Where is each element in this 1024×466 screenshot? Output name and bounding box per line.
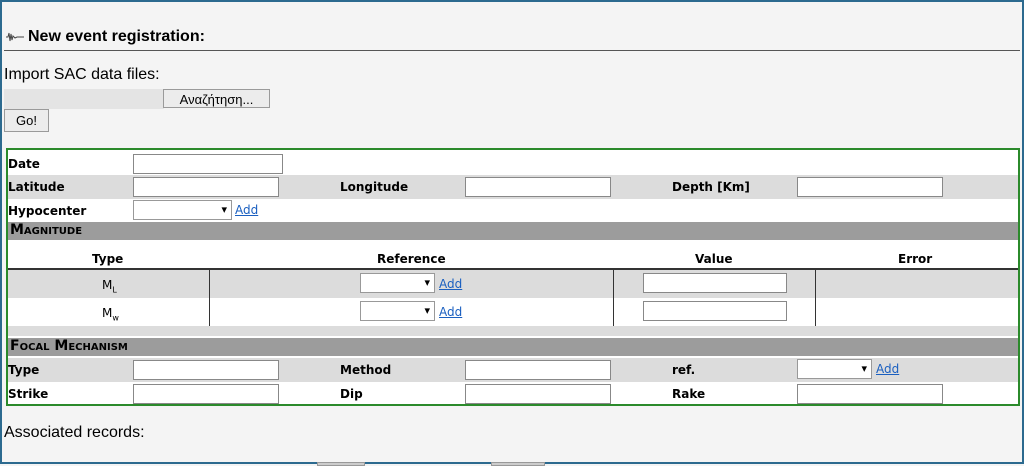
rake-input[interactable] [797, 384, 943, 404]
ml-type-label: ML [102, 278, 117, 295]
ref-select[interactable]: ▾ [797, 359, 872, 379]
dip-input[interactable] [465, 384, 611, 404]
mag-col-error: Error [898, 252, 933, 266]
latitude-input[interactable] [133, 177, 279, 197]
mag-col-value: Value [695, 252, 733, 266]
mag-col-reference: Reference [377, 252, 446, 266]
rake-label: Rake [672, 387, 706, 401]
strike-label: Strike [8, 387, 49, 401]
magnitude-row-ml: ML ▾ Add [8, 270, 1018, 298]
longitude-label: Longitude [340, 180, 409, 194]
chevron-down-icon: ▾ [424, 304, 430, 317]
depth-label: Depth [Km] [672, 180, 750, 194]
magnitude-section-header: Magnitude [8, 222, 1018, 240]
page-title: New event registration: [28, 28, 205, 45]
chevron-down-icon: ▾ [221, 203, 227, 216]
focal-type-label: Type [8, 363, 40, 377]
magnitude-row-mw: Mw ▾ Add [8, 298, 1018, 326]
go-button[interactable]: Go! [4, 109, 49, 132]
hypocenter-add-link[interactable]: Add [235, 203, 258, 217]
mw-add-link[interactable]: Add [439, 305, 462, 319]
strike-input[interactable] [133, 384, 279, 404]
focal-type-input[interactable] [133, 360, 279, 380]
chevron-down-icon: ▾ [424, 276, 430, 289]
hypocenter-row: Hypocenter ▾ Add [8, 199, 1018, 223]
focal-row-2: Strike Dip Rake [8, 382, 1018, 406]
import-label: Import SAC data files: [4, 66, 160, 83]
method-label: Method [340, 363, 392, 377]
latitude-label: Latitude [8, 180, 65, 194]
date-row: Date [8, 152, 1018, 176]
date-label: Date [8, 157, 40, 171]
page-header: New event registration: [6, 28, 205, 46]
ml-add-link[interactable]: Add [439, 277, 462, 291]
ml-reference-select[interactable]: ▾ [360, 273, 435, 293]
browse-button[interactable]: Αναζήτηση... [163, 89, 270, 108]
method-input[interactable] [465, 360, 611, 380]
hypocenter-select[interactable]: ▾ [133, 200, 232, 220]
ml-value-input[interactable] [643, 273, 787, 293]
ref-add-link[interactable]: Add [876, 362, 899, 376]
dip-label: Dip [340, 387, 363, 401]
longitude-input[interactable] [465, 177, 611, 197]
seismogram-icon [6, 32, 24, 42]
mw-value-input[interactable] [643, 301, 787, 321]
associated-records-label: Associated records: [4, 424, 145, 441]
ref-label: ref. [672, 363, 696, 377]
mag-col-divider [209, 270, 210, 326]
mw-reference-select[interactable]: ▾ [360, 301, 435, 321]
partial-control[interactable] [317, 462, 365, 466]
hypocenter-label: Hypocenter [8, 204, 87, 218]
mag-col-divider [613, 270, 614, 326]
depth-input[interactable] [797, 177, 943, 197]
header-divider [4, 50, 1020, 51]
event-form: Date Latitude Longitude Depth [Km] Hypoc… [6, 148, 1020, 406]
mag-col-type: Type [92, 252, 124, 266]
location-row: Latitude Longitude Depth [Km] [8, 175, 1018, 199]
mw-type-label: Mw [102, 306, 119, 323]
mag-col-divider [815, 270, 816, 326]
magnitude-spacer [8, 326, 1018, 336]
chevron-down-icon: ▾ [861, 362, 867, 375]
focal-row-1: Type Method ref. ▾ Add [8, 358, 1018, 382]
focal-section-header: Focal Mechanism [8, 338, 1018, 356]
date-input[interactable] [133, 154, 283, 174]
partial-control[interactable] [491, 462, 545, 466]
file-path-field[interactable] [4, 89, 164, 109]
